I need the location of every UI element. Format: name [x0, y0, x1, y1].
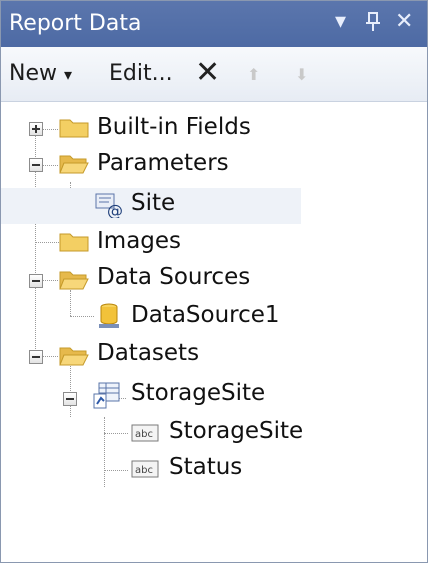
edit-button[interactable]: Edit... — [109, 61, 173, 86]
dataset-icon — [93, 382, 120, 409]
report-data-panel: Report Data ▾ ✕ New ▾ Edit... ✕ ⬆ ⬇ Buil… — [0, 0, 428, 563]
tree-node-label: DataSource1 — [131, 302, 280, 328]
folder-icon — [59, 119, 89, 138]
open-folder-icon — [59, 155, 89, 174]
collapse-icon[interactable] — [29, 274, 43, 288]
move-up-icon[interactable]: ⬆ — [247, 65, 260, 84]
datasource-icon — [99, 303, 119, 328]
tree-node-datasource1[interactable]: DataSource1 — [1, 300, 301, 336]
tree-node-label: StorageSite — [131, 380, 266, 406]
delete-icon[interactable]: ✕ — [195, 55, 220, 90]
collapse-icon[interactable] — [63, 392, 77, 406]
pin-icon[interactable] — [365, 9, 381, 36]
folder-icon — [59, 233, 89, 252]
open-folder-icon — [59, 271, 89, 290]
tree-node-parameters[interactable]: Parameters — [1, 148, 301, 184]
tree-node-datasets[interactable]: Datasets — [1, 338, 301, 374]
tree-node-site-parameter[interactable]: @ Site — [1, 188, 301, 224]
open-folder-icon — [59, 347, 89, 366]
tree-node-label: StorageSite — [169, 418, 304, 444]
svg-text:@: @ — [107, 201, 123, 218]
tree-node-label: Images — [97, 228, 182, 254]
tree-node-storagesite-dataset[interactable]: StorageSite — [1, 378, 301, 414]
tree-node-field-status[interactable]: abc Status — [1, 452, 321, 488]
tree-node-field-storagesite[interactable]: abc StorageSite — [1, 416, 321, 452]
close-icon[interactable]: ✕ — [395, 9, 413, 34]
move-down-icon[interactable]: ⬇ — [295, 65, 308, 84]
tree-node-label: Built-in Fields — [97, 114, 251, 140]
tree-node-label: Datasets — [97, 340, 200, 366]
new-button[interactable]: New ▾ — [9, 61, 72, 86]
tree-node-data-sources[interactable]: Data Sources — [1, 262, 301, 298]
parameter-icon: @ — [95, 193, 123, 218]
tree-node-images[interactable]: Images — [1, 226, 301, 262]
svg-text:abc: abc — [135, 465, 153, 476]
report-data-tree: Built-in Fields Parameters @ Site Images… — [1, 102, 427, 562]
field-icon: abc — [131, 424, 159, 442]
window-position-dropdown-icon[interactable]: ▾ — [335, 9, 346, 34]
svg-text:abc: abc — [135, 429, 153, 440]
collapse-icon[interactable] — [29, 350, 43, 364]
toolbar: New ▾ Edit... ✕ ⬆ ⬇ — [1, 47, 427, 102]
tree-node-builtin-fields[interactable]: Built-in Fields — [1, 112, 301, 148]
tree-node-label: Site — [131, 190, 176, 216]
tree-node-label: Parameters — [97, 150, 229, 176]
field-icon: abc — [131, 460, 159, 478]
new-button-label: New — [9, 61, 57, 86]
panel-title: Report Data — [9, 11, 142, 36]
tree-node-label: Status — [169, 454, 243, 480]
panel-titlebar: Report Data ▾ ✕ — [1, 1, 427, 47]
tree-node-label: Data Sources — [97, 264, 251, 290]
expand-icon[interactable] — [29, 122, 43, 136]
collapse-icon[interactable] — [29, 158, 43, 172]
new-dropdown-arrow-icon: ▾ — [64, 65, 73, 84]
